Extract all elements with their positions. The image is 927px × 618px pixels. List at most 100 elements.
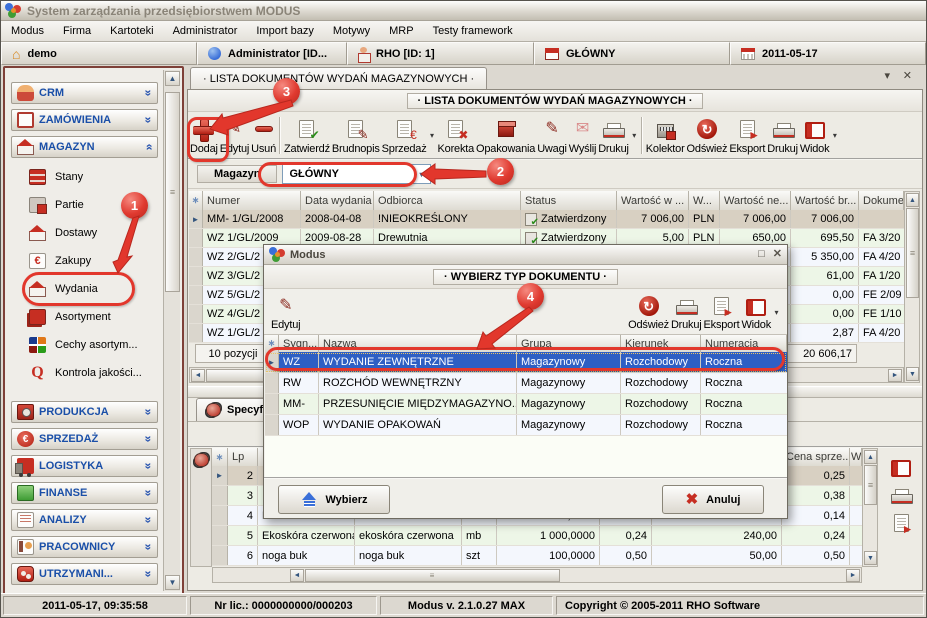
col-wartosc-w[interactable]: Wartość w ... — [617, 191, 689, 210]
col-dokument[interactable]: Dokume — [859, 191, 904, 210]
grid-options-icon[interactable]: ∗ — [216, 452, 224, 463]
dialog-widok-button[interactable]: Widok — [740, 291, 772, 333]
table-row[interactable]: RW ROZCHÓD WEWNĘTRZNY Magazynowy Rozchod… — [265, 373, 787, 394]
menu-kartoteki[interactable]: Kartoteki — [110, 25, 153, 37]
scrollbar-thumb[interactable]: ≡ — [165, 92, 180, 292]
grid-vertical-scrollbar[interactable]: ▲ ≡ ▼ — [904, 191, 920, 383]
scrollbar-thumb[interactable]: ≡ — [906, 208, 919, 298]
kolektor-button[interactable]: Kolektor — [645, 114, 686, 157]
warehouse-segment[interactable]: GŁÓWNY — [534, 42, 730, 65]
chevron-double-down-icon: » — [142, 490, 156, 497]
sidebar-group-utrzymanie[interactable]: UTRZYMANI... » — [11, 563, 158, 585]
sidebar-group-produkcja[interactable]: PRODUKCJA » — [11, 401, 158, 423]
menu-firma[interactable]: Firma — [63, 25, 91, 37]
tab-close-icon[interactable]: ✕ — [903, 71, 912, 82]
table-row[interactable]: 6 noga buk noga buk szt 100,0000 0,50 50… — [212, 546, 862, 566]
view-window-icon[interactable] — [891, 460, 911, 477]
sidebar-group-magazyn[interactable]: MAGAZYN » — [11, 136, 158, 158]
col-numer[interactable]: Numer — [203, 191, 301, 210]
uwagi-button[interactable]: ✎ Uwagi — [536, 114, 568, 157]
eksport-button[interactable]: ► Eksport — [728, 114, 766, 157]
col-w[interactable]: W — [850, 448, 862, 466]
scroll-right-icon[interactable]: ► — [846, 569, 860, 582]
widok-dropdown-icon[interactable]: ▾ — [830, 114, 839, 157]
col-data-wydania[interactable]: Data wydania — [301, 191, 374, 210]
scrollbar-thumb[interactable]: ≡ — [305, 569, 560, 582]
table-row[interactable]: MM- PRZESUNIĘCIE MIĘDZYMAGAZYNO... Magaz… — [265, 394, 787, 415]
dialog-eksport-button[interactable]: ► Eksport — [703, 291, 741, 333]
scroll-left-icon[interactable]: ◄ — [191, 369, 205, 382]
grid-options-icon[interactable]: ∗ — [192, 195, 200, 206]
scroll-up-icon[interactable]: ▲ — [864, 450, 877, 464]
sidebar-group-finanse[interactable]: FINANSE » — [11, 482, 158, 504]
col-lp[interactable]: Lp — [228, 448, 258, 466]
table-row[interactable]: 5 Ekoskóra czerwona ekoskóra czerwona mb… — [212, 526, 862, 546]
col-waluta[interactable]: W... — [689, 191, 720, 210]
menu-mrp[interactable]: MRP — [389, 25, 413, 37]
dialog-title-bar[interactable]: Modus □ ✕ — [264, 245, 787, 265]
col-wartosc-br[interactable]: Wartość br... — [791, 191, 859, 210]
dialog-odswiez-button[interactable]: ↻ Odśwież — [627, 291, 670, 333]
sidebar-group-analizy[interactable]: ANALIZY » — [11, 509, 158, 531]
table-row[interactable]: ► MM- 1/GL/2008 2008-04-08 !NIEOKREŚLONY… — [189, 210, 904, 229]
company-segment[interactable]: RHO [ID: 1] — [347, 42, 534, 65]
col-status[interactable]: Status — [521, 191, 617, 210]
scroll-left-icon[interactable]: ◄ — [290, 569, 304, 582]
date-segment[interactable]: 2011-05-17 — [730, 42, 926, 65]
dialog-restore-icon[interactable]: □ — [758, 249, 765, 260]
opakowania-button[interactable]: Opakowania — [475, 114, 536, 157]
sprzedaz-button[interactable]: € Sprzedaż — [381, 114, 428, 157]
sidebar-content: CRM » ZAMÓWIENIA » MAGAZYN » Stany Parti… — [7, 70, 161, 591]
anuluj-button[interactable]: ✖ Anuluj — [662, 485, 764, 514]
dialog-edytuj-button[interactable]: ✎ Edytuj — [270, 291, 301, 333]
scroll-up-icon[interactable]: ▲ — [906, 193, 919, 207]
drukuj-dropdown-icon[interactable]: ▾ — [630, 114, 639, 157]
col-odbiorca[interactable]: Odbiorca — [374, 191, 521, 210]
sidebar-item-cechy-asortymentu[interactable]: Cechy asortym... — [7, 331, 161, 359]
drukuj-button[interactable]: Drukuj — [597, 114, 630, 157]
wybierz-button[interactable]: Wybierz — [278, 485, 390, 514]
analysis-icon — [17, 512, 34, 528]
spec-horizontal-scrollbar[interactable]: ◄ ≡ ► — [212, 567, 862, 583]
col-wartosc-ne[interactable]: Wartość ne... — [720, 191, 791, 210]
sidebar-item-asortyment[interactable]: Asortyment — [7, 303, 161, 331]
printer-icon[interactable] — [891, 489, 911, 505]
scroll-down-icon[interactable]: ▼ — [165, 575, 180, 590]
sidebar-group-logistyka[interactable]: LOGISTYKA » — [11, 455, 158, 477]
korekta-button[interactable]: ✖ Korekta — [437, 114, 476, 157]
scroll-down-icon[interactable]: ▼ — [864, 551, 877, 565]
dialog-drukuj-button[interactable]: Drukuj — [670, 291, 703, 333]
menu-motywy[interactable]: Motywy — [333, 25, 370, 37]
dialog-close-icon[interactable]: ✕ — [773, 249, 782, 260]
sidebar-item-stany[interactable]: Stany — [7, 163, 161, 191]
widok-button[interactable]: Widok — [799, 114, 831, 157]
scroll-right-icon[interactable]: ► — [888, 369, 902, 382]
menu-administrator[interactable]: Administrator — [173, 25, 238, 37]
export-doc-icon[interactable]: ► — [894, 514, 909, 532]
spec-vertical-scrollbar[interactable]: ▲ ≡ ▼ — [862, 448, 878, 567]
drukuj2-button[interactable]: Drukuj — [766, 114, 799, 157]
scroll-down-icon[interactable]: ▼ — [906, 367, 919, 381]
wyslij-button[interactable]: ✉ Wyślij — [568, 114, 597, 157]
scroll-up-icon[interactable]: ▲ — [165, 71, 180, 86]
sprzedaz-dropdown-icon[interactable]: ▾ — [428, 114, 437, 157]
user-segment[interactable]: Administrator [ID... — [197, 42, 347, 65]
table-row[interactable]: WOP WYDANIE OPAKOWAŃ Magazynowy Rozchodo… — [265, 415, 787, 436]
sidebar-group-sprzedaz[interactable]: € SPRZEDAŻ » — [11, 428, 158, 450]
tab-lista-dokumentow[interactable]: · LISTA DOKUMENTÓW WYDAŃ MAGAZYNOWYCH · — [190, 67, 487, 90]
odswiez-button[interactable]: ↻ Odśwież — [686, 114, 729, 157]
menu-modus[interactable]: Modus — [11, 25, 44, 37]
dialog-widok-dropdown-icon[interactable]: ▾ — [772, 291, 781, 333]
sidebar-scrollbar[interactable]: ▲ ≡ ▼ — [163, 70, 180, 591]
sidebar-group-zamowienia[interactable]: ZAMÓWIENIA » — [11, 109, 158, 131]
database-segment[interactable]: ⌂ demo — [1, 42, 197, 65]
menu-import-bazy[interactable]: Import bazy — [256, 25, 313, 37]
brudnopis-button[interactable]: ✎ Brudnopis — [331, 114, 381, 157]
col-cena-sprzedazy[interactable]: Cena sprze... — [782, 448, 850, 466]
tab-list-dropdown-icon[interactable]: ▾ — [884, 71, 890, 82]
menu-testy-framework[interactable]: Testy framework — [433, 25, 513, 37]
sidebar-group-pracownicy[interactable]: PRACOWNICY » — [11, 536, 158, 558]
sidebar-item-kontrola-jakosci[interactable]: Q Kontrola jakości... — [7, 359, 161, 387]
sidebar-group-crm[interactable]: CRM » — [11, 82, 158, 104]
scrollbar-thumb[interactable]: ≡ — [864, 465, 877, 505]
